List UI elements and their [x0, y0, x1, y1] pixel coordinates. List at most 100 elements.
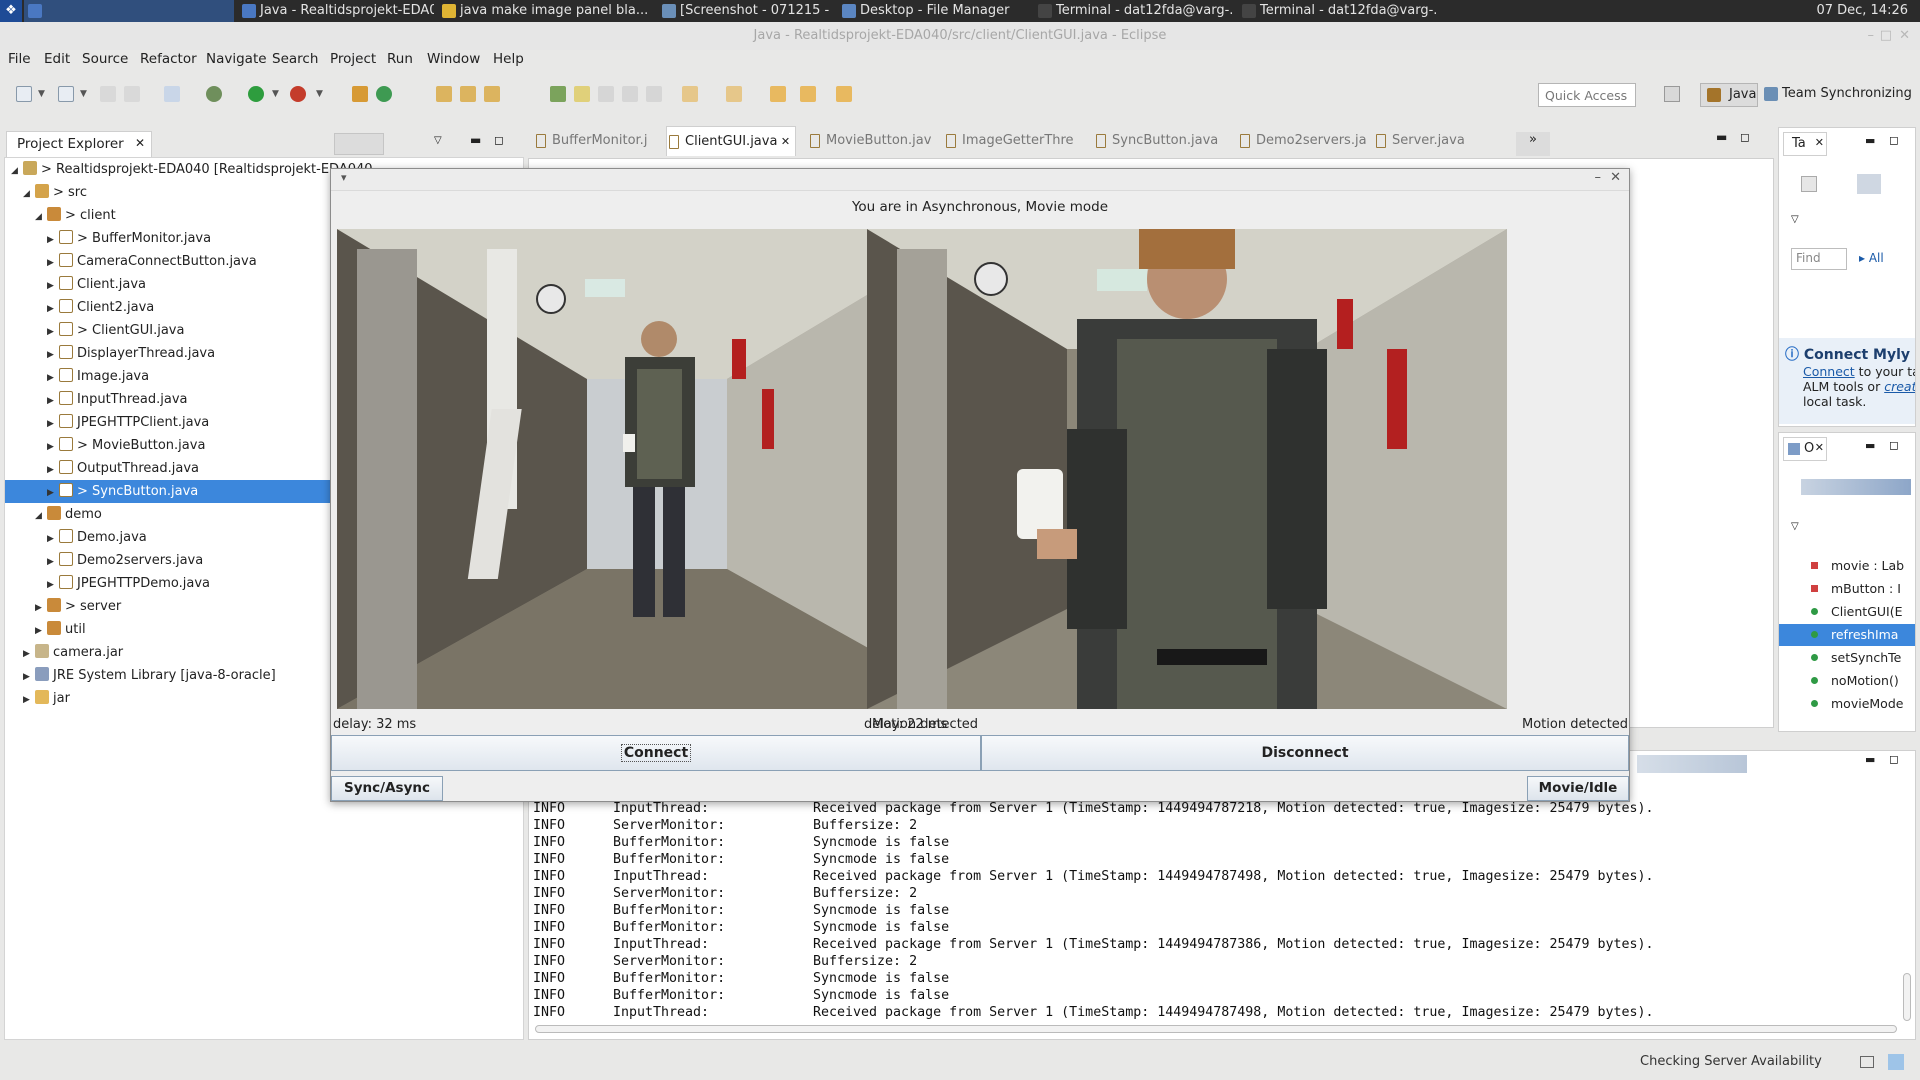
- editor-tab[interactable]: ImageGetterThre: [944, 126, 1080, 156]
- skip-breakpoints-icon[interactable]: [164, 86, 180, 102]
- collapsed-arrow-icon[interactable]: ▶: [47, 551, 59, 574]
- search-icon[interactable]: [484, 86, 500, 102]
- project-explorer-tab[interactable]: Project Explorer ✕: [6, 131, 152, 157]
- collapsed-arrow-icon[interactable]: ▶: [47, 298, 59, 321]
- collapsed-arrow-icon[interactable]: ▶: [47, 459, 59, 482]
- next-annotation-icon[interactable]: [682, 86, 698, 102]
- taskbar-task[interactable]: [24, 0, 234, 22]
- maximize-icon[interactable]: ◻: [1889, 438, 1899, 452]
- editor-tab[interactable]: Server.java: [1374, 126, 1484, 156]
- close-icon[interactable]: ✕: [777, 135, 790, 148]
- outline-item[interactable]: movieMode: [1779, 693, 1915, 715]
- taskbar-task[interactable]: Desktop - File Manager: [838, 0, 1030, 22]
- block-select-icon[interactable]: [622, 86, 638, 102]
- outline-item[interactable]: mButton : I: [1779, 578, 1915, 600]
- close-icon[interactable]: ✕: [1815, 136, 1824, 149]
- editor-tab[interactable]: BufferMonitor.j: [534, 126, 654, 156]
- back-history-icon[interactable]: [800, 86, 816, 102]
- taskbar-task[interactable]: Terminal - dat12fda@varg-...: [1034, 0, 1234, 22]
- collapsed-arrow-icon[interactable]: ▶: [47, 482, 59, 505]
- collapse-link-buttons[interactable]: [334, 133, 384, 155]
- minimize-icon[interactable]: –: [1868, 22, 1875, 50]
- task-list-tab[interactable]: Ta ✕: [1783, 132, 1827, 156]
- menu-source[interactable]: Source: [82, 51, 128, 67]
- minimize-icon[interactable]: ▬: [1716, 130, 1727, 144]
- maximize-icon[interactable]: □: [1880, 22, 1892, 50]
- task-find-input[interactable]: Find: [1791, 248, 1847, 270]
- prev-annotation-icon[interactable]: [726, 86, 742, 102]
- collapsed-arrow-icon[interactable]: ▶: [35, 620, 47, 643]
- taskbar-task[interactable]: java make image panel bla...: [438, 0, 654, 22]
- new-icon[interactable]: [16, 86, 32, 102]
- sync-async-button[interactable]: Sync/Async: [331, 776, 443, 801]
- collapsed-arrow-icon[interactable]: ▶: [47, 390, 59, 413]
- view-menu-icon[interactable]: ▽: [1791, 521, 1799, 532]
- menu-run[interactable]: Run: [387, 51, 413, 67]
- show-whitespace-icon[interactable]: [598, 86, 614, 102]
- view-menu-icon[interactable]: ▽: [434, 135, 442, 146]
- new-java-project-icon[interactable]: [352, 86, 368, 102]
- collapsed-arrow-icon[interactable]: ▶: [23, 666, 35, 689]
- disconnect-button[interactable]: Disconnect: [981, 735, 1629, 771]
- collapsed-arrow-icon[interactable]: ▶: [23, 689, 35, 712]
- close-icon[interactable]: ✕: [135, 136, 145, 150]
- open-perspective-icon[interactable]: [1664, 86, 1680, 102]
- chevron-down-icon[interactable]: ▼: [38, 89, 45, 99]
- new-package-icon[interactable]: [58, 86, 74, 102]
- taskbar-task[interactable]: Terminal - dat12fda@varg-...: [1238, 0, 1438, 22]
- outline-item[interactable]: movie : Lab: [1779, 555, 1915, 577]
- create-link[interactable]: creat: [1884, 379, 1915, 394]
- new-task-icon[interactable]: [1801, 176, 1817, 192]
- close-icon[interactable]: ✕: [1610, 170, 1621, 185]
- collapsed-arrow-icon[interactable]: ▶: [47, 574, 59, 597]
- minimize-icon[interactable]: ▬: [1865, 134, 1875, 147]
- open-type-icon[interactable]: [436, 86, 452, 102]
- console-toolbar[interactable]: [1637, 755, 1747, 773]
- debug-icon[interactable]: [206, 86, 222, 102]
- console-vscrollbar[interactable]: [1903, 973, 1911, 1021]
- collapsed-arrow-icon[interactable]: ▶: [47, 275, 59, 298]
- external-tools-icon[interactable]: [290, 86, 306, 102]
- expanded-arrow-icon[interactable]: ◢: [35, 206, 47, 229]
- back-icon[interactable]: [770, 86, 786, 102]
- status-app-icon[interactable]: [1888, 1054, 1904, 1070]
- outline-item[interactable]: refreshIma: [1779, 624, 1915, 646]
- maximize-icon[interactable]: ◻: [1889, 133, 1899, 147]
- collapsed-arrow-icon[interactable]: ▶: [47, 528, 59, 551]
- save-all-icon[interactable]: [124, 86, 140, 102]
- progress-icon[interactable]: [1860, 1056, 1874, 1068]
- run-icon[interactable]: [248, 86, 264, 102]
- save-icon[interactable]: [100, 86, 116, 102]
- team-sync-perspective-button[interactable]: Team Synchronizing: [1764, 86, 1912, 101]
- connect-link[interactable]: Connect: [1803, 364, 1855, 379]
- highlight-icon[interactable]: [574, 86, 590, 102]
- close-icon[interactable]: ✕: [1899, 22, 1910, 50]
- collapsed-arrow-icon[interactable]: ▶: [47, 413, 59, 436]
- taskbar-task[interactable]: [Screenshot - 071215 - 13:1...: [658, 0, 834, 22]
- clock[interactable]: 07 Dec, 14:26: [1816, 0, 1908, 22]
- movie-idle-button[interactable]: Movie/Idle: [1527, 776, 1629, 801]
- console-hscrollbar[interactable]: [535, 1025, 1897, 1033]
- menu-search[interactable]: Search: [272, 51, 318, 67]
- minimize-icon[interactable]: ▬: [1865, 439, 1875, 452]
- menu-edit[interactable]: Edit: [44, 51, 70, 67]
- categorized-icon[interactable]: [1857, 174, 1881, 194]
- maximize-icon[interactable]: ◻: [1740, 130, 1750, 144]
- menu-window[interactable]: Window: [427, 51, 480, 67]
- all-filter-link[interactable]: ▸ All: [1859, 251, 1884, 265]
- quick-access-input[interactable]: Quick Access: [1538, 83, 1636, 107]
- collapsed-arrow-icon[interactable]: ▶: [47, 367, 59, 390]
- collapsed-arrow-icon[interactable]: ▶: [47, 344, 59, 367]
- maximize-icon[interactable]: ◻: [494, 133, 504, 147]
- close-icon[interactable]: ✕: [1815, 441, 1824, 454]
- outline-toolbar[interactable]: [1801, 479, 1911, 495]
- expanded-arrow-icon[interactable]: ◢: [35, 505, 47, 528]
- new-class-icon[interactable]: [376, 86, 392, 102]
- collapsed-arrow-icon[interactable]: ▶: [47, 436, 59, 459]
- connect-button[interactable]: Connect: [331, 735, 981, 771]
- editor-tab[interactable]: SyncButton.java: [1094, 126, 1226, 156]
- java-perspective-button[interactable]: Java: [1700, 83, 1758, 107]
- outline-item[interactable]: ClientGUI(E: [1779, 601, 1915, 623]
- collapsed-arrow-icon[interactable]: ▶: [47, 321, 59, 344]
- collapsed-arrow-icon[interactable]: ▶: [35, 597, 47, 620]
